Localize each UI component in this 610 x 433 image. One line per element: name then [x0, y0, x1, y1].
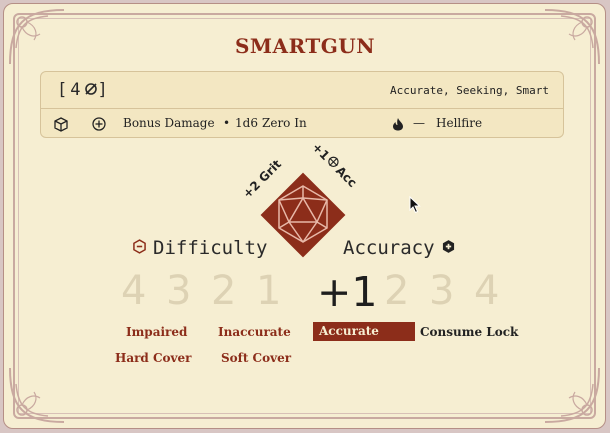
consume-lock-toggle[interactable]: Consume Lock — [420, 325, 518, 339]
difficulty-step[interactable]: 1 — [256, 268, 281, 314]
difficulty-step[interactable]: 3 — [166, 268, 191, 314]
difficulty-step[interactable]: 2 — [211, 268, 236, 314]
difficulty-header: Difficulty — [132, 237, 267, 259]
accuracy-step[interactable]: 4 — [474, 268, 499, 314]
corner-ornament-icon — [9, 367, 65, 423]
range-value: 4 — [70, 80, 84, 100]
cube-icon[interactable] — [54, 117, 68, 132]
mouse-cursor-icon — [409, 196, 421, 214]
range-icon — [84, 81, 98, 95]
decrease-difficulty-icon[interactable] — [132, 237, 147, 259]
hard-cover-toggle[interactable]: Hard Cover — [115, 351, 192, 365]
add-bonus-icon[interactable] — [92, 117, 106, 131]
difficulty-step[interactable]: 4 — [121, 268, 146, 314]
accuracy-difficulty-scale: 4 3 2 1 +1 2 3 4 — [0, 268, 610, 318]
accurate-toggle[interactable]: Accurate — [313, 322, 415, 341]
accuracy-step[interactable]: 3 — [429, 268, 454, 314]
accuracy-step[interactable]: 2 — [384, 268, 409, 314]
weapon-effects-row: Bonus Damage • 1d6 Zero In — Hellfire — [41, 115, 563, 135]
increase-accuracy-icon[interactable] — [441, 237, 456, 259]
bonus-damage-label: Bonus Damage — [123, 116, 215, 130]
damage-value: 1d6 — [235, 116, 258, 130]
corner-ornament-icon — [544, 367, 600, 423]
bullet-icon: • — [223, 116, 231, 130]
current-accuracy-value: +1 — [317, 268, 378, 316]
impaired-toggle[interactable]: Impaired — [126, 325, 187, 339]
weapon-tags: Accurate, Seeking, Smart — [390, 84, 549, 97]
weapon-profile-card: [4 ] Accurate, Seeking, Smart Bonus Dama… — [40, 71, 564, 138]
accuracy-label: Accuracy — [343, 237, 435, 259]
weapon-title: SMARTGUN — [234, 34, 376, 58]
range-bracket-close: ] — [97, 80, 111, 100]
card-divider — [41, 108, 563, 109]
accuracy-header: Accuracy — [343, 237, 456, 259]
zero-in-label: Zero In — [262, 116, 307, 130]
inaccurate-toggle[interactable]: Inaccurate — [218, 325, 291, 339]
range-stat: [4 ] — [57, 80, 111, 100]
soft-cover-toggle[interactable]: Soft Cover — [221, 351, 291, 365]
dash-separator: — — [413, 116, 425, 130]
fire-icon — [392, 117, 404, 131]
range-bracket-open: [ — [57, 80, 71, 100]
hellfire-label: Hellfire — [436, 116, 483, 130]
